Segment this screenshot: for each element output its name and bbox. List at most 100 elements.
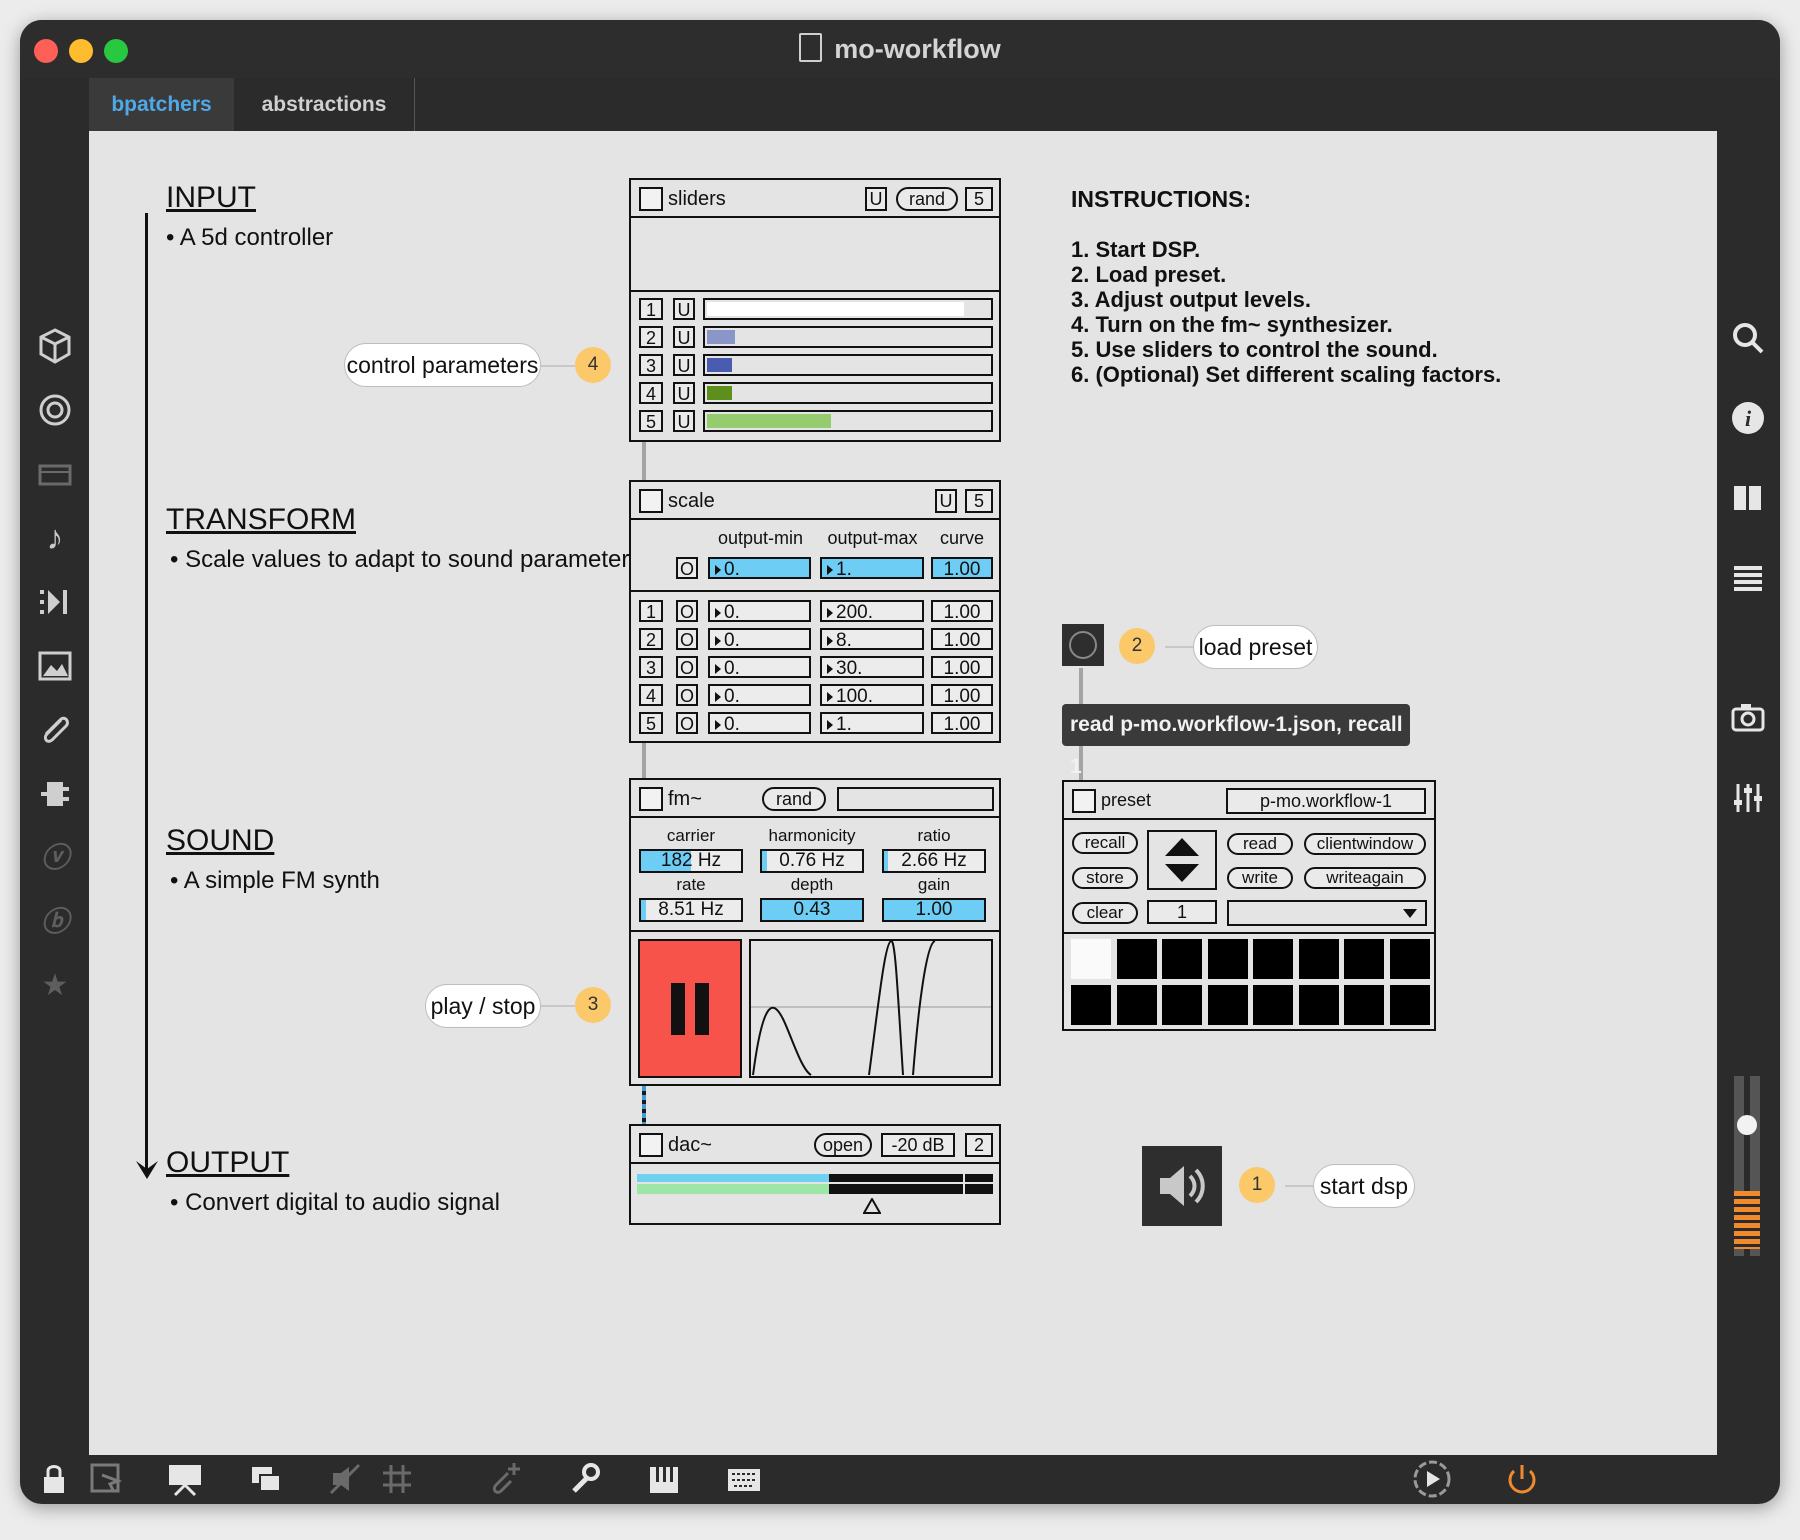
writeagain-button[interactable]: writeagain bbox=[1304, 867, 1426, 889]
scale-master-max[interactable]: 1. bbox=[820, 557, 924, 580]
preset-slot[interactable] bbox=[1071, 985, 1111, 1025]
scale-o-button[interactable]: O bbox=[676, 684, 698, 706]
cube-icon[interactable] bbox=[33, 324, 77, 368]
scale-o-button[interactable]: O bbox=[676, 600, 698, 622]
plug-icon[interactable] bbox=[33, 772, 77, 816]
preset-slot[interactable] bbox=[1253, 939, 1293, 979]
play-stop-button[interactable] bbox=[638, 939, 742, 1078]
preset-slot[interactable] bbox=[1116, 985, 1157, 1025]
scale-count-box[interactable]: 5 bbox=[965, 489, 993, 513]
sliders-u-button[interactable]: U bbox=[865, 187, 887, 211]
camera-icon[interactable] bbox=[1726, 696, 1770, 740]
preset-slot-number[interactable]: 1 bbox=[1147, 900, 1217, 924]
mute-icon[interactable] bbox=[325, 1459, 365, 1499]
dac-open-button[interactable]: open bbox=[814, 1133, 872, 1157]
preset-slot[interactable] bbox=[1298, 939, 1339, 979]
preset-slot[interactable] bbox=[1298, 985, 1339, 1025]
clear-button[interactable]: clear bbox=[1072, 902, 1138, 924]
keyboard-icon[interactable] bbox=[724, 1459, 764, 1499]
scale-enable-toggle[interactable] bbox=[639, 489, 663, 513]
preset-slot[interactable] bbox=[1207, 985, 1248, 1025]
fm-enable-toggle[interactable] bbox=[639, 787, 663, 811]
wrench-icon[interactable] bbox=[564, 1459, 604, 1499]
slider-3[interactable] bbox=[703, 354, 993, 376]
list-icon[interactable] bbox=[1726, 556, 1770, 600]
columns-icon[interactable] bbox=[1726, 476, 1770, 520]
preset-slot[interactable] bbox=[1207, 939, 1248, 979]
b-icon[interactable]: ⓑ bbox=[33, 900, 77, 944]
fm-param-gain[interactable]: 1.00 bbox=[882, 898, 986, 922]
search-icon[interactable] bbox=[1726, 316, 1770, 360]
piano-icon[interactable] bbox=[644, 1459, 684, 1499]
image-icon[interactable] bbox=[33, 644, 77, 688]
dac-gain-box[interactable]: -20 dB bbox=[881, 1133, 955, 1157]
preset-slot[interactable] bbox=[1389, 939, 1430, 979]
preset-slot[interactable] bbox=[1344, 985, 1384, 1025]
lock-icon[interactable] bbox=[34, 1459, 74, 1499]
clientwindow-button[interactable]: clientwindow bbox=[1304, 833, 1426, 855]
fm-param-rate[interactable]: 8.51 Hz bbox=[639, 898, 743, 922]
paperclip-add-icon[interactable] bbox=[484, 1459, 524, 1499]
fm-rand-button[interactable]: rand bbox=[762, 787, 826, 811]
sliders-rand-button[interactable]: rand bbox=[896, 187, 958, 211]
scale-curve-field[interactable]: 1.00 bbox=[931, 712, 993, 735]
slider-u-button[interactable]: U bbox=[673, 410, 695, 432]
dac-enable-toggle[interactable] bbox=[639, 1133, 663, 1157]
recall-button[interactable]: recall bbox=[1072, 832, 1138, 854]
patcher-canvas[interactable]: INPUT • A 5d controller TRANSFORM • Scal… bbox=[89, 131, 1717, 1455]
scale-o-button[interactable]: O bbox=[676, 628, 698, 650]
paperclip-icon[interactable] bbox=[33, 708, 77, 752]
scale-min-field[interactable]: 0. bbox=[708, 684, 811, 707]
windows-icon[interactable] bbox=[244, 1459, 288, 1499]
dac-gain-slider-handle[interactable] bbox=[863, 1198, 881, 1214]
scale-o-button[interactable]: O bbox=[676, 712, 698, 734]
fm-param-carrier[interactable]: 182 Hz bbox=[639, 849, 743, 873]
preset-slot[interactable] bbox=[1253, 985, 1293, 1025]
preset-up-down-stepper[interactable] bbox=[1147, 830, 1217, 890]
slider-u-button[interactable]: U bbox=[673, 298, 695, 320]
scale-u-button[interactable]: U bbox=[935, 489, 957, 513]
preset-slot[interactable] bbox=[1116, 939, 1157, 979]
preset-slot[interactable] bbox=[1071, 939, 1111, 979]
preset-slot[interactable] bbox=[1389, 985, 1430, 1025]
scale-master-o-button[interactable]: O bbox=[676, 557, 698, 579]
slider-2[interactable] bbox=[703, 326, 993, 348]
scale-max-field[interactable]: 1. bbox=[820, 712, 924, 735]
slider-u-button[interactable]: U bbox=[673, 354, 695, 376]
scale-min-field[interactable]: 0. bbox=[708, 656, 811, 679]
grid-icon[interactable] bbox=[377, 1459, 417, 1499]
scale-min-field[interactable]: 0. bbox=[708, 628, 811, 651]
fm-param-harmonicity[interactable]: 0.76 Hz bbox=[760, 849, 864, 873]
preset-enable-toggle[interactable] bbox=[1072, 789, 1096, 813]
slider-u-button[interactable]: U bbox=[673, 382, 695, 404]
v-icon[interactable]: ⓥ bbox=[33, 836, 77, 880]
slider-4[interactable] bbox=[703, 382, 993, 404]
slider-u-button[interactable]: U bbox=[673, 326, 695, 348]
scale-curve-field[interactable]: 1.00 bbox=[931, 628, 993, 651]
scale-max-field[interactable]: 100. bbox=[820, 684, 924, 707]
dac-channels-box[interactable]: 2 bbox=[965, 1133, 993, 1157]
load-preset-bang[interactable] bbox=[1062, 624, 1104, 666]
info-icon[interactable]: i bbox=[1726, 396, 1770, 440]
scale-o-button[interactable]: O bbox=[676, 656, 698, 678]
preset-file-box[interactable]: p-mo.workflow-1 bbox=[1226, 788, 1426, 814]
tab-abstractions[interactable]: abstractions bbox=[234, 78, 415, 131]
scale-max-field[interactable]: 8. bbox=[820, 628, 924, 651]
store-button[interactable]: store bbox=[1072, 867, 1138, 889]
write-button[interactable]: write bbox=[1227, 867, 1293, 889]
sliders-enable-toggle[interactable] bbox=[639, 187, 663, 211]
slider-1[interactable] bbox=[703, 298, 993, 320]
output-level-slider[interactable] bbox=[1737, 1115, 1757, 1135]
preset-slot[interactable] bbox=[1162, 939, 1202, 979]
fm-param-depth[interactable]: 0.43 bbox=[760, 898, 864, 922]
preset-dropdown[interactable] bbox=[1227, 900, 1427, 926]
snippet-icon[interactable] bbox=[33, 580, 77, 624]
fm-message-box[interactable] bbox=[837, 787, 994, 811]
scale-min-field[interactable]: 0. bbox=[708, 712, 811, 735]
power-icon[interactable] bbox=[1500, 1457, 1544, 1501]
music-note-icon[interactable]: ♪ bbox=[33, 516, 77, 560]
fm-param-ratio[interactable]: 2.66 Hz bbox=[882, 849, 986, 873]
star-icon[interactable]: ★ bbox=[33, 964, 77, 1008]
transport-icon[interactable] bbox=[1410, 1457, 1454, 1501]
scale-curve-field[interactable]: 1.00 bbox=[931, 656, 993, 679]
